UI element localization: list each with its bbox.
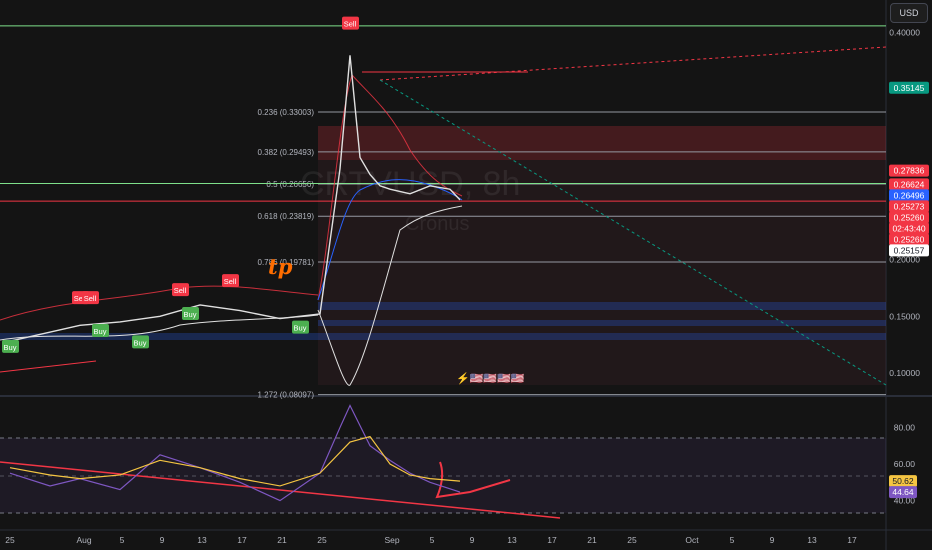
signal-text: Buy xyxy=(134,338,147,347)
price-badge-text: 0.35145 xyxy=(894,83,925,93)
price-badge-text: 0.26496 xyxy=(894,190,925,200)
signal-text: Buy xyxy=(4,343,17,352)
economic-events-row[interactable]: ⚡🇺🇸🇺🇸🇺🇸🇺🇸 xyxy=(456,372,525,385)
fib-level-label: 0.236 (0.33003) xyxy=(258,108,315,117)
time-tick-label: 13 xyxy=(807,535,817,545)
time-tick-label: 17 xyxy=(847,535,857,545)
signal-text: Sell xyxy=(84,294,97,303)
watermark-name: Cronus xyxy=(405,213,469,235)
price-tick-label: 0.40000 xyxy=(889,28,920,38)
fib-level-label: 0.618 (0.23819) xyxy=(258,212,315,221)
time-tick-label: 5 xyxy=(120,535,125,545)
time-tick-label: Sep xyxy=(384,535,399,545)
time-tick-label: 5 xyxy=(430,535,435,545)
tp-logo: tp xyxy=(268,254,293,279)
time-tick-label: 9 xyxy=(160,535,165,545)
signal-text: Sell xyxy=(344,20,357,29)
rsi-badge-text: 44.64 xyxy=(892,487,914,497)
price-badge-text: 02:43:40 xyxy=(892,223,925,233)
time-tick-label: 21 xyxy=(587,535,597,545)
price-badge-text: 0.25260 xyxy=(894,234,925,244)
time-tick-label: 17 xyxy=(547,535,557,545)
price-badge-text: 0.25273 xyxy=(894,201,925,211)
price-badge-text: 0.25260 xyxy=(894,212,925,222)
price-tick-label: 0.15000 xyxy=(889,311,920,321)
rsi-badges: 50.6244.64 xyxy=(889,475,917,499)
time-tick-label: 17 xyxy=(237,535,247,545)
time-tick-label: Oct xyxy=(685,535,699,545)
time-tick-label: 25 xyxy=(317,535,327,545)
price-badge-text: 0.27836 xyxy=(894,166,925,176)
signal-text: Sell xyxy=(174,286,187,295)
time-axis-ticks[interactable]: 25 Aug 5 9 13 17 21 25 Sep 5 9 13 17 21 25 Oct 5 9 13 17 xyxy=(5,535,857,545)
signal-text: Buy xyxy=(294,324,307,333)
rsi-tick-label: 80.00 xyxy=(894,422,916,432)
rsi-tick-label: 60.00 xyxy=(894,459,916,469)
price-badge-text: 0.26624 xyxy=(894,179,925,189)
price-badge-text: 0.25157 xyxy=(894,245,925,255)
currency-button[interactable]: USD xyxy=(890,3,928,23)
time-tick-label: Aug xyxy=(76,535,91,545)
price-tick-label: 0.10000 xyxy=(889,368,920,378)
time-tick-label: 25 xyxy=(627,535,637,545)
time-tick-label: 5 xyxy=(730,535,735,545)
time-tick-label: 13 xyxy=(197,535,207,545)
support-band-1 xyxy=(318,302,886,310)
fib-zone-upper xyxy=(318,126,886,160)
signal-text: Sell xyxy=(224,277,237,286)
time-tick-label: 21 xyxy=(277,535,287,545)
signal-text: Buy xyxy=(184,310,197,319)
time-tick-label: 9 xyxy=(470,535,475,545)
time-tick-label: 25 xyxy=(5,535,15,545)
fib-level-label: 1.272 (0.08097) xyxy=(258,391,315,400)
trading-chart[interactable]: 0.236 (0.33003)0.382 (0.29493)0.5 (0.266… xyxy=(0,0,932,550)
rsi-badge-text: 50.62 xyxy=(892,476,914,486)
fib-level-label: 0.382 (0.29493) xyxy=(258,148,315,157)
support-band-2 xyxy=(318,320,886,326)
time-tick-label: 13 xyxy=(507,535,517,545)
signal-text: Buy xyxy=(94,327,107,336)
time-tick-label: 9 xyxy=(770,535,775,545)
